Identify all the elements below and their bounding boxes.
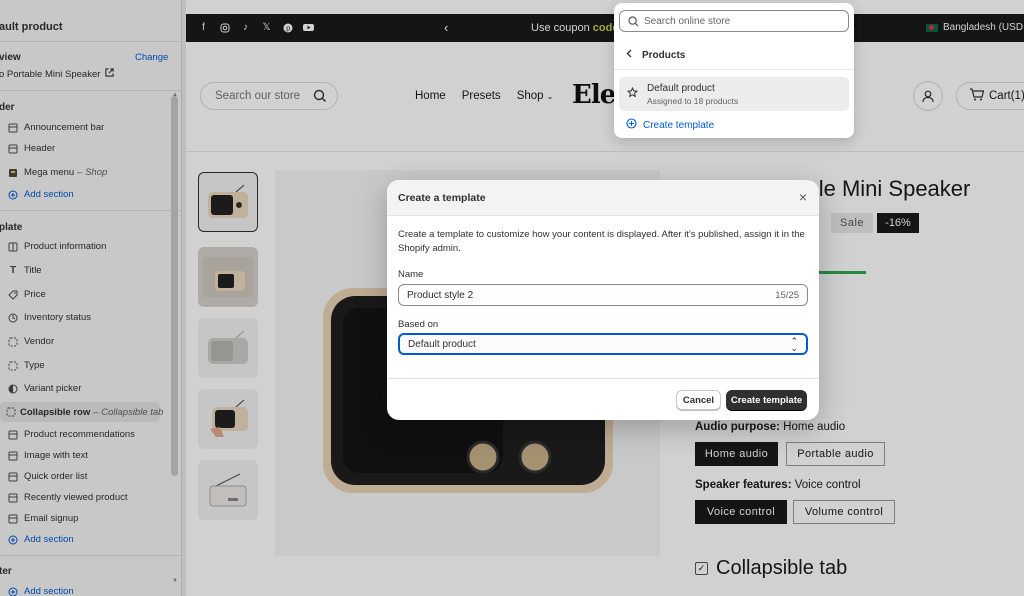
name-character-count: 15/25	[775, 290, 799, 301]
products-label: Products	[642, 49, 686, 61]
template-option-subtitle: Assigned to 18 products	[647, 96, 739, 106]
plus-circle-icon	[626, 118, 637, 132]
dialog-description: Create a template to customize how your …	[398, 229, 805, 254]
template-option-name: Default product	[647, 83, 715, 94]
name-field-label: Name	[398, 269, 424, 280]
back-to-products-button[interactable]: Products	[626, 49, 685, 61]
cancel-button[interactable]: Cancel	[676, 390, 721, 410]
template-name-input[interactable]	[398, 284, 808, 306]
chevron-left-icon	[626, 49, 632, 61]
star-icon	[626, 86, 639, 101]
dialog-footer-divider	[387, 378, 819, 379]
dropdown-divider	[614, 69, 854, 70]
create-template-link[interactable]: Create template	[626, 118, 714, 132]
select-caret-icon: ⌃ ⌄	[790, 336, 798, 353]
create-template-dialog: Create a template × Create a template to…	[387, 180, 819, 420]
dialog-title: Create a template	[398, 192, 486, 204]
based-on-field-label: Based on	[398, 319, 439, 330]
template-search-placeholder: Search online store	[644, 15, 731, 27]
based-on-select[interactable]: Default product ⌃ ⌄	[398, 333, 808, 355]
template-picker-dropdown: Search online store Products Default pro…	[614, 3, 854, 138]
dialog-header: Create a template ×	[387, 180, 819, 216]
template-search-input[interactable]: Search online store	[619, 10, 849, 32]
close-icon[interactable]: ×	[799, 190, 807, 204]
template-option-default-product[interactable]: Default product Assigned to 18 products	[619, 77, 849, 111]
based-on-selected-value: Default product	[408, 338, 476, 350]
create-template-link-label: Create template	[643, 119, 715, 131]
search-icon	[628, 16, 639, 30]
create-template-button[interactable]: Create template	[726, 390, 807, 410]
